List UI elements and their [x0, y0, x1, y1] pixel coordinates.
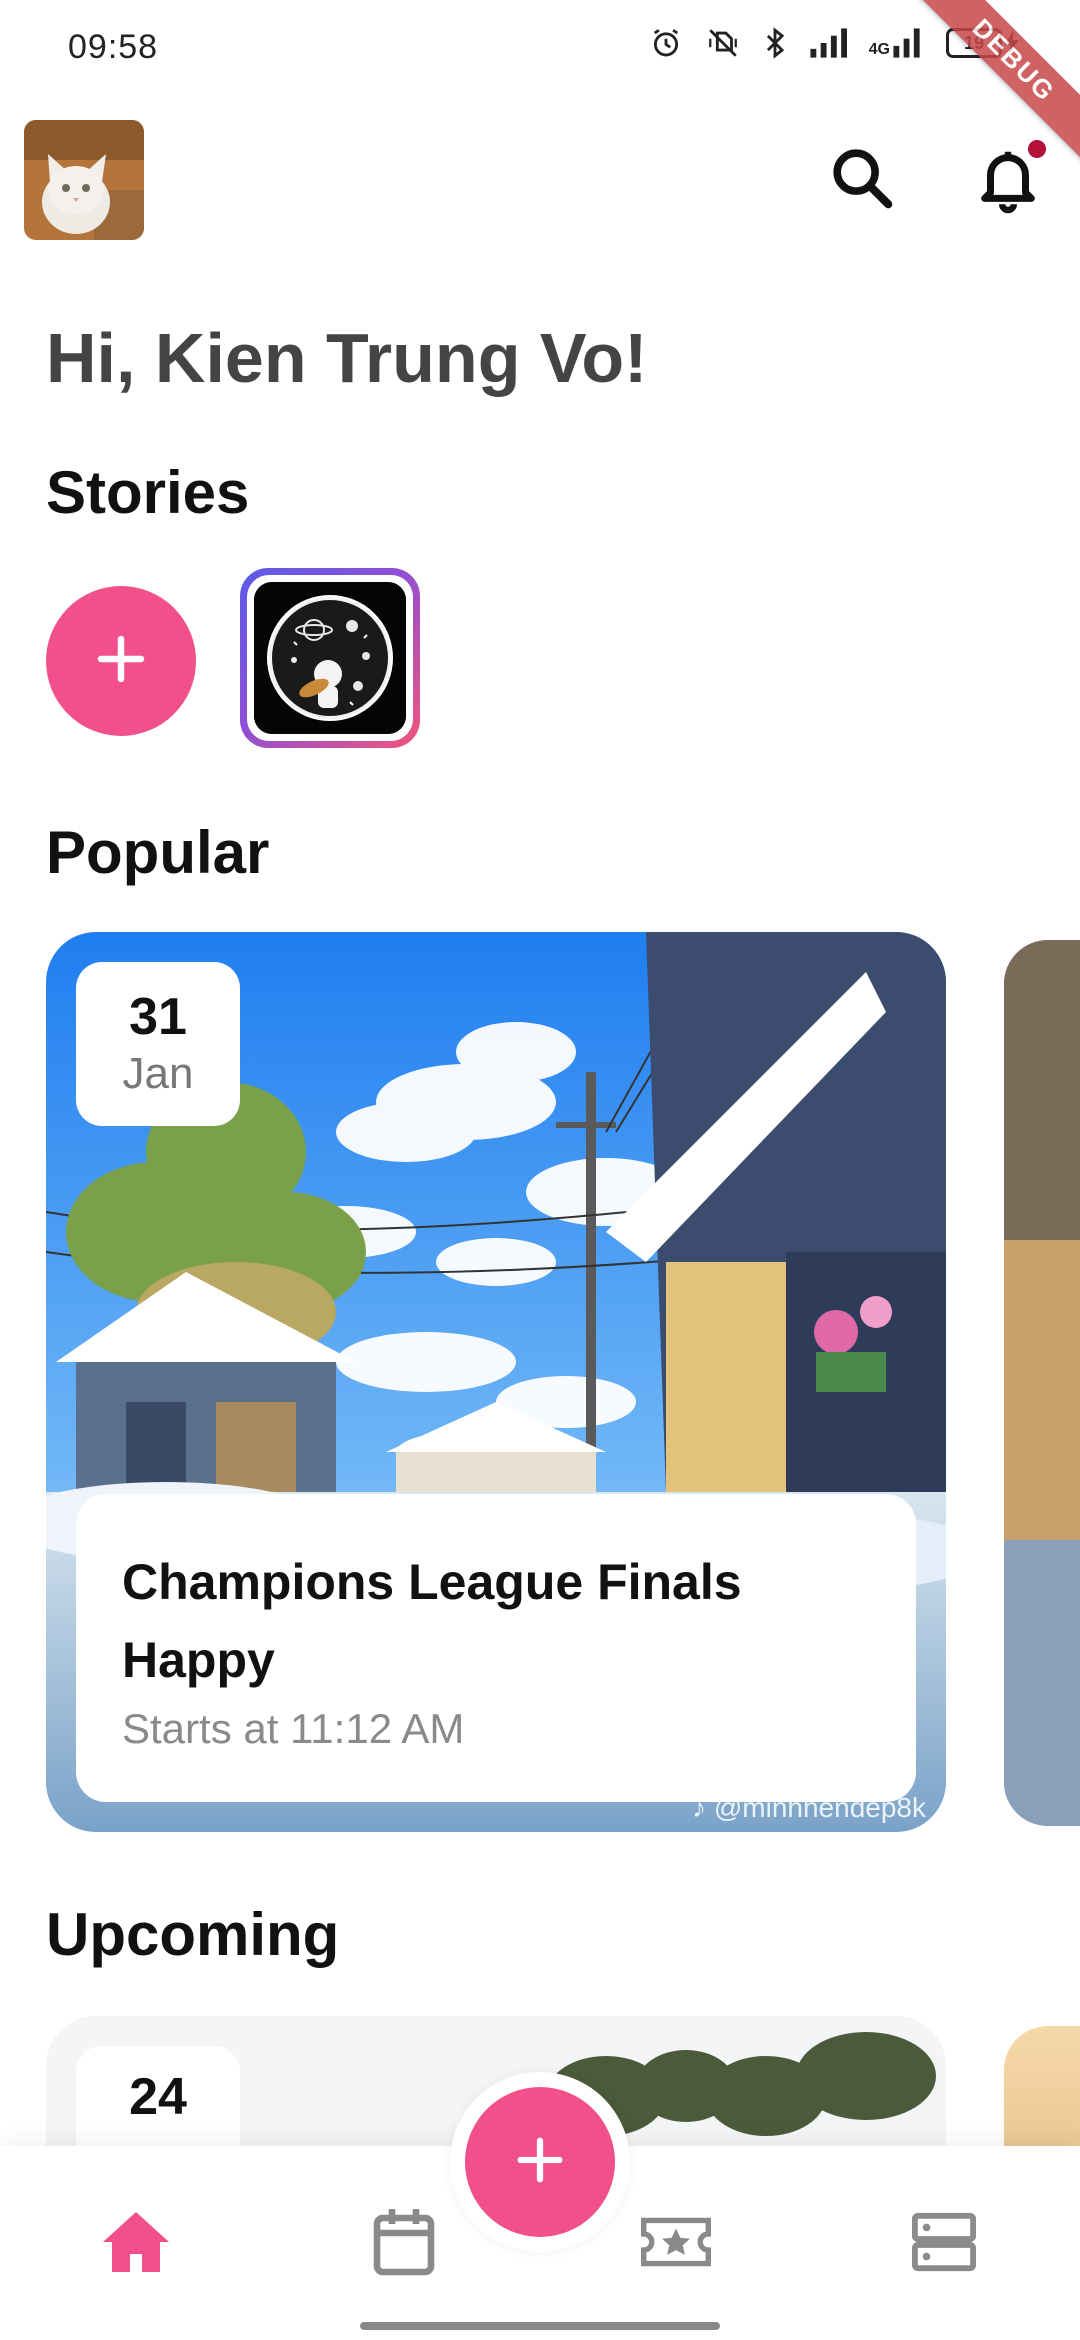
- event-time: Starts at 11:12 AM: [122, 1705, 465, 1752]
- storage-icon: [912, 2212, 976, 2277]
- story-thumbnail: [254, 582, 406, 734]
- popular-event-card[interactable]: 31 Jan Champions League Finals Happy Sta…: [46, 932, 946, 1832]
- nav-tickets[interactable]: [636, 2204, 716, 2284]
- event-title-line1: Champions League Finals: [122, 1554, 742, 1610]
- event-title-line2: Happy: [122, 1631, 275, 1688]
- alarm-icon: [649, 26, 683, 60]
- ticket-icon: [641, 2214, 711, 2275]
- event-date-badge: 31 Jan: [76, 962, 240, 1126]
- fab-container: [450, 2072, 630, 2252]
- next-event-card[interactable]: [1004, 940, 1080, 1826]
- popular-title: Popular: [46, 819, 270, 886]
- notification-dot: [1028, 140, 1046, 158]
- network-type: 4G: [868, 41, 890, 58]
- story-item[interactable]: [240, 568, 420, 748]
- greeting: Hi, Kien Trung Vo!: [46, 319, 648, 397]
- event-title: Champions League Finals Happy: [122, 1544, 870, 1699]
- notification-button[interactable]: [968, 140, 1048, 220]
- search-button[interactable]: [822, 140, 902, 220]
- signal-4g-icon: 4G: [869, 28, 924, 58]
- plus-icon: [91, 629, 151, 694]
- upcoming-day: 24: [129, 2068, 187, 2126]
- stories-title: Stories: [46, 459, 250, 526]
- create-event-button[interactable]: [465, 2087, 615, 2237]
- status-bar: 09:58 4G 19 DEBUG: [0, 0, 1080, 168]
- event-info-panel: Champions League Finals Happy Starts at …: [76, 1494, 916, 1802]
- signal-icon: [809, 28, 847, 58]
- watermark: ♪ @minhhendep8k: [692, 1792, 926, 1823]
- event-day: 31: [129, 987, 187, 1046]
- status-time: 09:58: [68, 28, 159, 66]
- home-icon: [99, 2209, 173, 2280]
- bluetooth-icon: [763, 26, 787, 60]
- search-icon: [827, 143, 897, 218]
- upcoming-title: Upcoming: [46, 1901, 340, 1968]
- nav-storage[interactable]: [904, 2204, 984, 2284]
- nav-calendar[interactable]: [364, 2204, 444, 2284]
- event-month: Jan: [122, 1048, 194, 1098]
- home-indicator[interactable]: [360, 2322, 720, 2330]
- calendar-icon: [371, 2206, 437, 2283]
- avatar[interactable]: [24, 120, 144, 240]
- add-story-button[interactable]: [46, 586, 196, 736]
- nav-home[interactable]: [96, 2204, 176, 2284]
- vibrate-off-icon: [705, 26, 741, 60]
- plus-icon: [511, 2131, 569, 2194]
